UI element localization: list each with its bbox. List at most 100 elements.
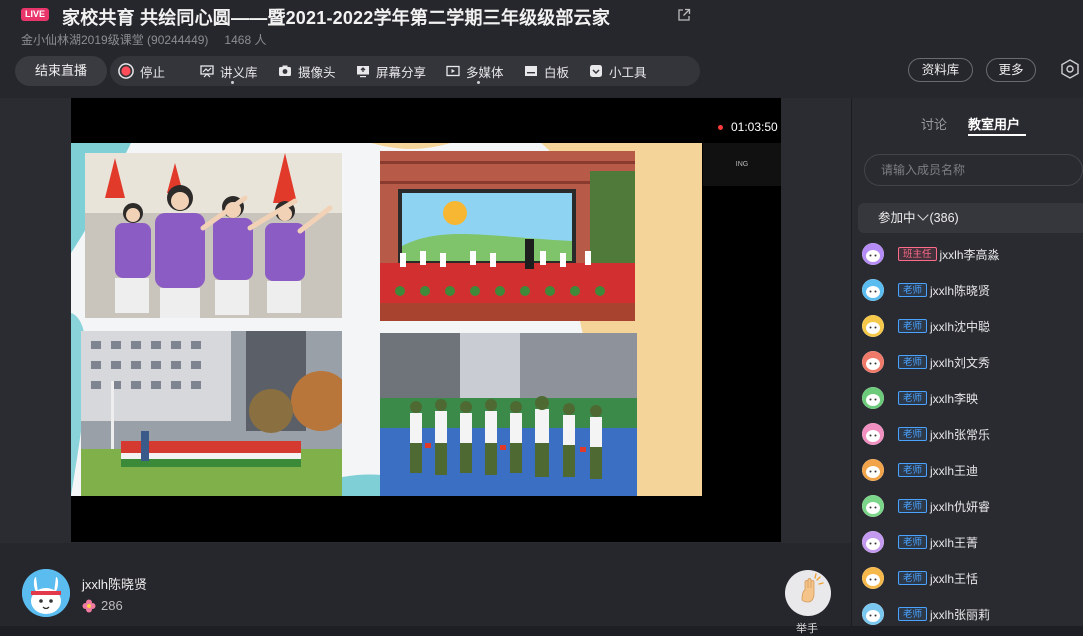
classroom-info: 金小仙林湖2019级课堂 (90244449) 1468 人	[21, 31, 282, 48]
member-name: jxxlh张丽莉	[930, 607, 991, 622]
member-avatar	[862, 243, 884, 265]
toolbar: 停止 讲义库 摄像头 屏幕分享 多媒体 白板 小工具	[110, 56, 700, 86]
member-list-item[interactable]: 老师 jxxlh陈晓贤	[862, 272, 1082, 308]
toolbox-icon	[590, 65, 602, 77]
multimedia-button[interactable]: 多媒体	[446, 56, 504, 86]
member-avatar	[862, 531, 884, 553]
cartoon-avatar-icon	[862, 315, 884, 337]
cartoon-avatar-icon	[862, 243, 884, 265]
cartoon-avatar-icon	[862, 567, 884, 589]
live-timer: 01:03:50	[718, 120, 778, 134]
cartoon-avatar-icon	[862, 351, 884, 373]
lecture-library-button[interactable]: 讲义库	[200, 56, 258, 86]
member-avatar	[862, 459, 884, 481]
stop-button[interactable]: 停止	[118, 56, 165, 86]
record-stop-icon	[118, 63, 134, 79]
member-role-badge: 老师	[898, 463, 928, 477]
member-list-item[interactable]: 老师 jxxlh王菁	[862, 524, 1082, 560]
member-list-item[interactable]: 老师 jxxlh王迪	[862, 452, 1082, 488]
like-count[interactable]: 286	[82, 598, 123, 613]
chevron-down-icon	[916, 209, 929, 221]
member-list-item[interactable]: 老师 jxxlh仇妍睿	[862, 488, 1082, 524]
camera-icon	[279, 65, 291, 76]
whiteboard-icon	[525, 66, 537, 76]
active-dot	[477, 81, 480, 84]
member-role-badge: 老师	[898, 499, 928, 513]
cartoon-avatar-icon	[862, 279, 884, 301]
multimedia-label: 多媒体	[466, 65, 504, 80]
cartoon-avatar-icon	[862, 603, 884, 625]
rabbit-avatar-icon	[22, 569, 70, 617]
member-avatar	[862, 387, 884, 409]
photo-field-group	[81, 331, 342, 496]
resource-library-button[interactable]: 资料库	[908, 58, 973, 82]
member-role-badge: 老师	[898, 319, 928, 333]
member-list-item[interactable]: 老师 jxxlh张丽莉	[862, 596, 1082, 632]
classroom-name: 金小仙林湖2019级课堂 (90244449)	[21, 33, 209, 47]
active-tab-indicator	[968, 134, 1026, 136]
photo-dance	[85, 153, 342, 318]
header-bar: LIVE 家校共育 共绘同心圆——暨2021-2022学年第二学期三年级级部云家…	[0, 0, 1083, 98]
presenter-avatar	[22, 569, 70, 617]
member-search-input[interactable]	[864, 154, 1083, 186]
member-name: jxxlh沈中聪	[930, 319, 991, 334]
media-icon	[446, 65, 460, 77]
raise-hand-button[interactable]	[785, 570, 831, 616]
member-avatar	[862, 279, 884, 301]
live-badge: LIVE	[21, 8, 49, 21]
whiteboard-button[interactable]: 白板	[524, 56, 569, 86]
screen-share-label: 屏幕分享	[376, 65, 427, 80]
camera-label: 摄像头	[298, 65, 336, 80]
cartoon-avatar-icon	[862, 459, 884, 481]
member-list-item[interactable]: 老师 jxxlh沈中聪	[862, 308, 1082, 344]
more-button[interactable]: 更多	[986, 58, 1036, 82]
raise-hand-label: 举手	[796, 623, 818, 635]
member-role-badge: 老师	[898, 571, 928, 585]
member-list-item[interactable]: 老师 jxxlh张常乐	[862, 416, 1082, 452]
tab-classroom-users[interactable]: 教室用户	[968, 114, 1020, 133]
viewer-count: 1468 人	[224, 33, 267, 47]
mini-video-tile[interactable]: ING	[703, 143, 781, 186]
page-title: 家校共育 共绘同心圆——暨2021-2022学年第二学期三年级级部云家	[62, 8, 611, 28]
photo-parade	[380, 333, 637, 496]
member-name: jxxlh王菁	[930, 535, 979, 550]
member-list-item[interactable]: 班主任 jxxlh李高淼	[862, 236, 1082, 272]
cartoon-avatar-icon	[862, 495, 884, 517]
member-role-badge: 老师	[898, 283, 928, 297]
member-avatar	[862, 603, 884, 625]
member-role-badge: 老师	[898, 391, 928, 405]
member-role-badge: 班主任	[898, 247, 937, 261]
member-role-badge: 老师	[898, 427, 928, 441]
presenter-name: jxxlh陈晓贤	[82, 577, 148, 592]
hexagon-settings-icon[interactable]	[1059, 58, 1081, 80]
tab-discuss[interactable]: 讨论	[921, 114, 947, 133]
cartoon-avatar-icon	[862, 423, 884, 445]
group-count: (386)	[929, 211, 959, 225]
tools-button[interactable]: 小工具	[589, 56, 647, 86]
external-link-icon[interactable]	[677, 8, 691, 22]
screen-share-icon	[357, 66, 369, 78]
stop-label: 停止	[140, 65, 166, 80]
camera-button[interactable]: 摄像头	[278, 56, 336, 86]
member-name: jxxlh仇妍睿	[930, 499, 991, 514]
member-list-item[interactable]: 老师 jxxlh王恬	[862, 560, 1082, 596]
screen-share-button[interactable]: 屏幕分享	[356, 56, 426, 86]
participants-group-header[interactable]: 参加中 (386)	[858, 203, 1083, 233]
member-role-badge: 老师	[898, 355, 928, 369]
member-name: jxxlh王恬	[930, 571, 979, 586]
like-value: 286	[101, 598, 123, 613]
active-dot	[231, 81, 234, 84]
cartoon-avatar-icon	[862, 387, 884, 409]
end-live-button[interactable]: 结束直播	[15, 56, 107, 86]
member-name: jxxlh刘文秀	[930, 355, 991, 370]
member-avatar	[862, 351, 884, 373]
member-list-item[interactable]: 老师 jxxlh刘文秀	[862, 344, 1082, 380]
member-name: jxxlh陈晓贤	[930, 283, 991, 298]
member-avatar	[862, 423, 884, 445]
shared-slide	[71, 143, 702, 496]
member-list-item[interactable]: 老师 jxxlh李映	[862, 380, 1082, 416]
member-avatar	[862, 567, 884, 589]
cartoon-avatar-icon	[862, 531, 884, 553]
group-label: 参加中	[878, 211, 916, 225]
member-name: jxxlh张常乐	[930, 427, 991, 442]
